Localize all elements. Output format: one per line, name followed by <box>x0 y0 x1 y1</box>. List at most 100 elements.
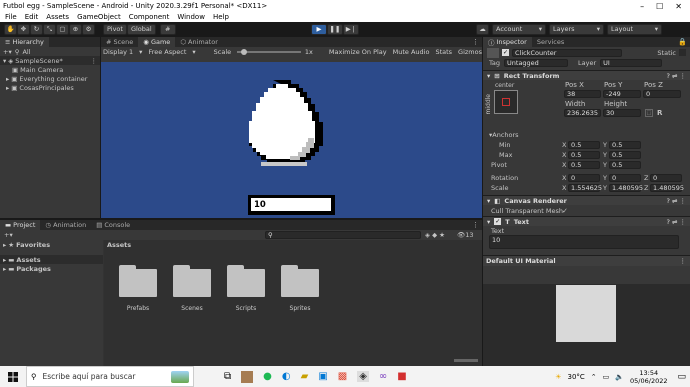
folder-sprites-icon[interactable] <box>281 265 319 301</box>
scale-tool-icon[interactable]: ⤡ <box>43 23 56 35</box>
windows-start-icon[interactable] <box>0 371 26 382</box>
tab-game[interactable]: ◉ Game <box>138 37 176 47</box>
tab-hierarchy[interactable]: ≡ Hierarchy <box>0 37 49 47</box>
lock-icon[interactable]: 🔒 <box>678 38 690 46</box>
task-view-icon[interactable]: ⧉ <box>224 371 231 382</box>
component-menu-icon[interactable]: ? ⇌ ⋮ <box>666 218 690 226</box>
visual-studio-icon[interactable]: ∞ <box>379 371 387 382</box>
pos-z-field[interactable]: 0 <box>643 90 681 98</box>
menu-assets[interactable]: Assets <box>46 13 69 21</box>
store-icon[interactable]: ▣ <box>318 371 327 382</box>
filter-icons[interactable]: ◈ ◆ ★ <box>425 231 445 239</box>
scale-x-field[interactable]: 1.554625 <box>568 183 602 192</box>
max-y-field[interactable]: 0.5 <box>609 150 641 159</box>
add-icon[interactable]: +▾ <box>4 231 13 239</box>
menu-component[interactable]: Component <box>129 13 170 21</box>
display-dropdown[interactable]: Display 1 <box>103 48 133 56</box>
clock[interactable]: 13:54 05/06/2022 <box>630 369 667 385</box>
blueprint-mode-button[interactable]: ⬚ <box>645 109 653 117</box>
hierarchy-item-scene[interactable]: ▾ ◈ SampleScene* ⋮ <box>0 56 100 65</box>
width-field[interactable]: 236.2635 <box>564 109 601 117</box>
max-x-field[interactable]: 0.5 <box>568 150 600 159</box>
grid-snap-icon[interactable]: # <box>159 23 176 35</box>
tab-scene[interactable]: # Scene <box>101 37 138 47</box>
rect-tool-icon[interactable]: ▢ <box>56 23 69 35</box>
hierarchy-item-everything-container[interactable]: ▸ ▣ Everything container <box>0 74 100 83</box>
tab-animator[interactable]: ⬡ Animator <box>175 37 223 47</box>
more-options-icon[interactable]: ⋮ <box>472 38 482 46</box>
pivot-toggle[interactable]: Pivot <box>103 23 127 35</box>
pivot-y-field[interactable]: 0.5 <box>609 160 641 169</box>
breadcrumb[interactable]: Assets <box>104 240 482 249</box>
component-menu-icon[interactable]: ⋮ <box>680 257 690 265</box>
text-component-header[interactable]: ▾ ✓ T Text ? ⇌ ⋮ <box>483 216 690 226</box>
material-header[interactable]: Default UI Material ⋮ <box>483 255 690 266</box>
menu-help[interactable]: Help <box>213 13 229 21</box>
canvas-renderer-header[interactable]: ▾ ◧ Canvas Renderer ? ⇌ ⋮ <box>483 195 690 205</box>
sidebar-item-favorites[interactable]: ▸ ★ Favorites <box>0 240 103 249</box>
rot-z-field[interactable]: 0 <box>650 173 682 182</box>
collab-icon[interactable]: ☁ <box>476 23 489 35</box>
folder-scenes-icon[interactable] <box>173 265 211 301</box>
tab-animation[interactable]: ◷ Animation <box>40 220 91 230</box>
tab-inspector[interactable]: ⓘ Inspector <box>483 37 532 47</box>
aspect-dropdown[interactable]: Free Aspect <box>148 48 186 56</box>
static-checkbox[interactable] <box>679 49 686 56</box>
tab-project[interactable]: ▬ Project <box>0 220 41 230</box>
tag-dropdown[interactable]: Untagged <box>504 59 569 67</box>
project-search-input[interactable]: ⚲ <box>265 231 421 239</box>
app-red-icon[interactable]: ■ <box>397 371 406 382</box>
layout-dropdown[interactable]: Layout ▾ <box>607 23 662 35</box>
menu-window[interactable]: Window <box>177 13 205 21</box>
taskbar-search-box[interactable]: ⚲ Escribe aquí para buscar <box>26 366 194 387</box>
layer-dropdown[interactable]: UI <box>600 59 663 67</box>
file-explorer-icon[interactable]: ▰ <box>301 371 309 382</box>
component-menu-icon[interactable]: ? ⇌ ⋮ <box>666 197 690 205</box>
global-toggle[interactable]: Global <box>126 23 156 35</box>
app-user-icon[interactable] <box>241 370 254 383</box>
active-checkbox[interactable]: ✓ <box>502 49 509 56</box>
layers-dropdown[interactable]: Layers ▾ <box>549 23 604 35</box>
pivot-x-field[interactable]: 0.5 <box>568 160 600 169</box>
add-icon[interactable]: +▾ <box>3 48 12 56</box>
min-y-field[interactable]: 0.5 <box>609 140 641 149</box>
unity-icon[interactable]: ◈ <box>357 371 369 382</box>
menu-file[interactable]: File <box>5 13 17 21</box>
pos-y-field[interactable]: -249 <box>603 90 641 98</box>
move-tool-icon[interactable]: ✥ <box>17 23 30 35</box>
game-viewport[interactable]: 10 <box>101 62 482 218</box>
close-button[interactable]: ✕ <box>675 2 682 11</box>
pause-button-icon[interactable]: ❚❚ <box>327 23 343 35</box>
pos-x-field[interactable]: 38 <box>564 90 601 98</box>
folder-prefabs-icon[interactable] <box>119 265 157 301</box>
cull-checkbox[interactable]: ✓ <box>562 207 568 215</box>
more-options-icon[interactable]: ⋮ <box>472 221 482 229</box>
hierarchy-item-cosas-principales[interactable]: ▸ ▣ CosasPrincipales <box>0 83 100 92</box>
text-value-area[interactable]: 10 <box>489 235 679 249</box>
step-button-icon[interactable]: ▶❘ <box>343 23 359 35</box>
rotate-tool-icon[interactable]: ↻ <box>30 23 43 35</box>
component-menu-icon[interactable]: ? ⇌ ⋮ <box>666 72 690 80</box>
object-name-field[interactable]: ClickCounter <box>512 48 622 57</box>
maximize-button[interactable]: ☐ <box>656 2 663 11</box>
maximize-on-play-toggle[interactable]: Maximize On Play <box>329 48 387 56</box>
rot-x-field[interactable]: 0 <box>568 173 600 182</box>
min-x-field[interactable]: 0.5 <box>568 140 600 149</box>
stats-toggle[interactable]: Stats <box>435 48 452 56</box>
mute-audio-toggle[interactable]: Mute Audio <box>393 48 430 56</box>
gizmos-toggle[interactable]: Gizmos <box>458 48 482 56</box>
menu-edit[interactable]: Edit <box>25 13 39 21</box>
photos-icon[interactable]: ▩ <box>338 371 347 382</box>
raw-edit-button[interactable]: R <box>657 109 662 117</box>
menu-gameobject[interactable]: GameObject <box>77 13 121 21</box>
minimize-button[interactable]: – <box>640 2 644 11</box>
hierarchy-search[interactable]: +▾ ⚲ All <box>0 47 100 56</box>
tab-services[interactable]: Services <box>532 37 569 47</box>
play-button-icon[interactable]: ▶ <box>311 23 327 35</box>
anchors-foldout[interactable]: ▾ Anchors <box>483 130 690 139</box>
sidebar-item-packages[interactable]: ▸ ▬ Packages <box>0 264 103 273</box>
anchor-preset-button[interactable] <box>494 90 518 114</box>
more-options-icon[interactable]: ⋮ <box>91 57 101 65</box>
icon-size-slider[interactable] <box>454 359 478 362</box>
spotify-icon[interactable]: ● <box>263 371 272 382</box>
